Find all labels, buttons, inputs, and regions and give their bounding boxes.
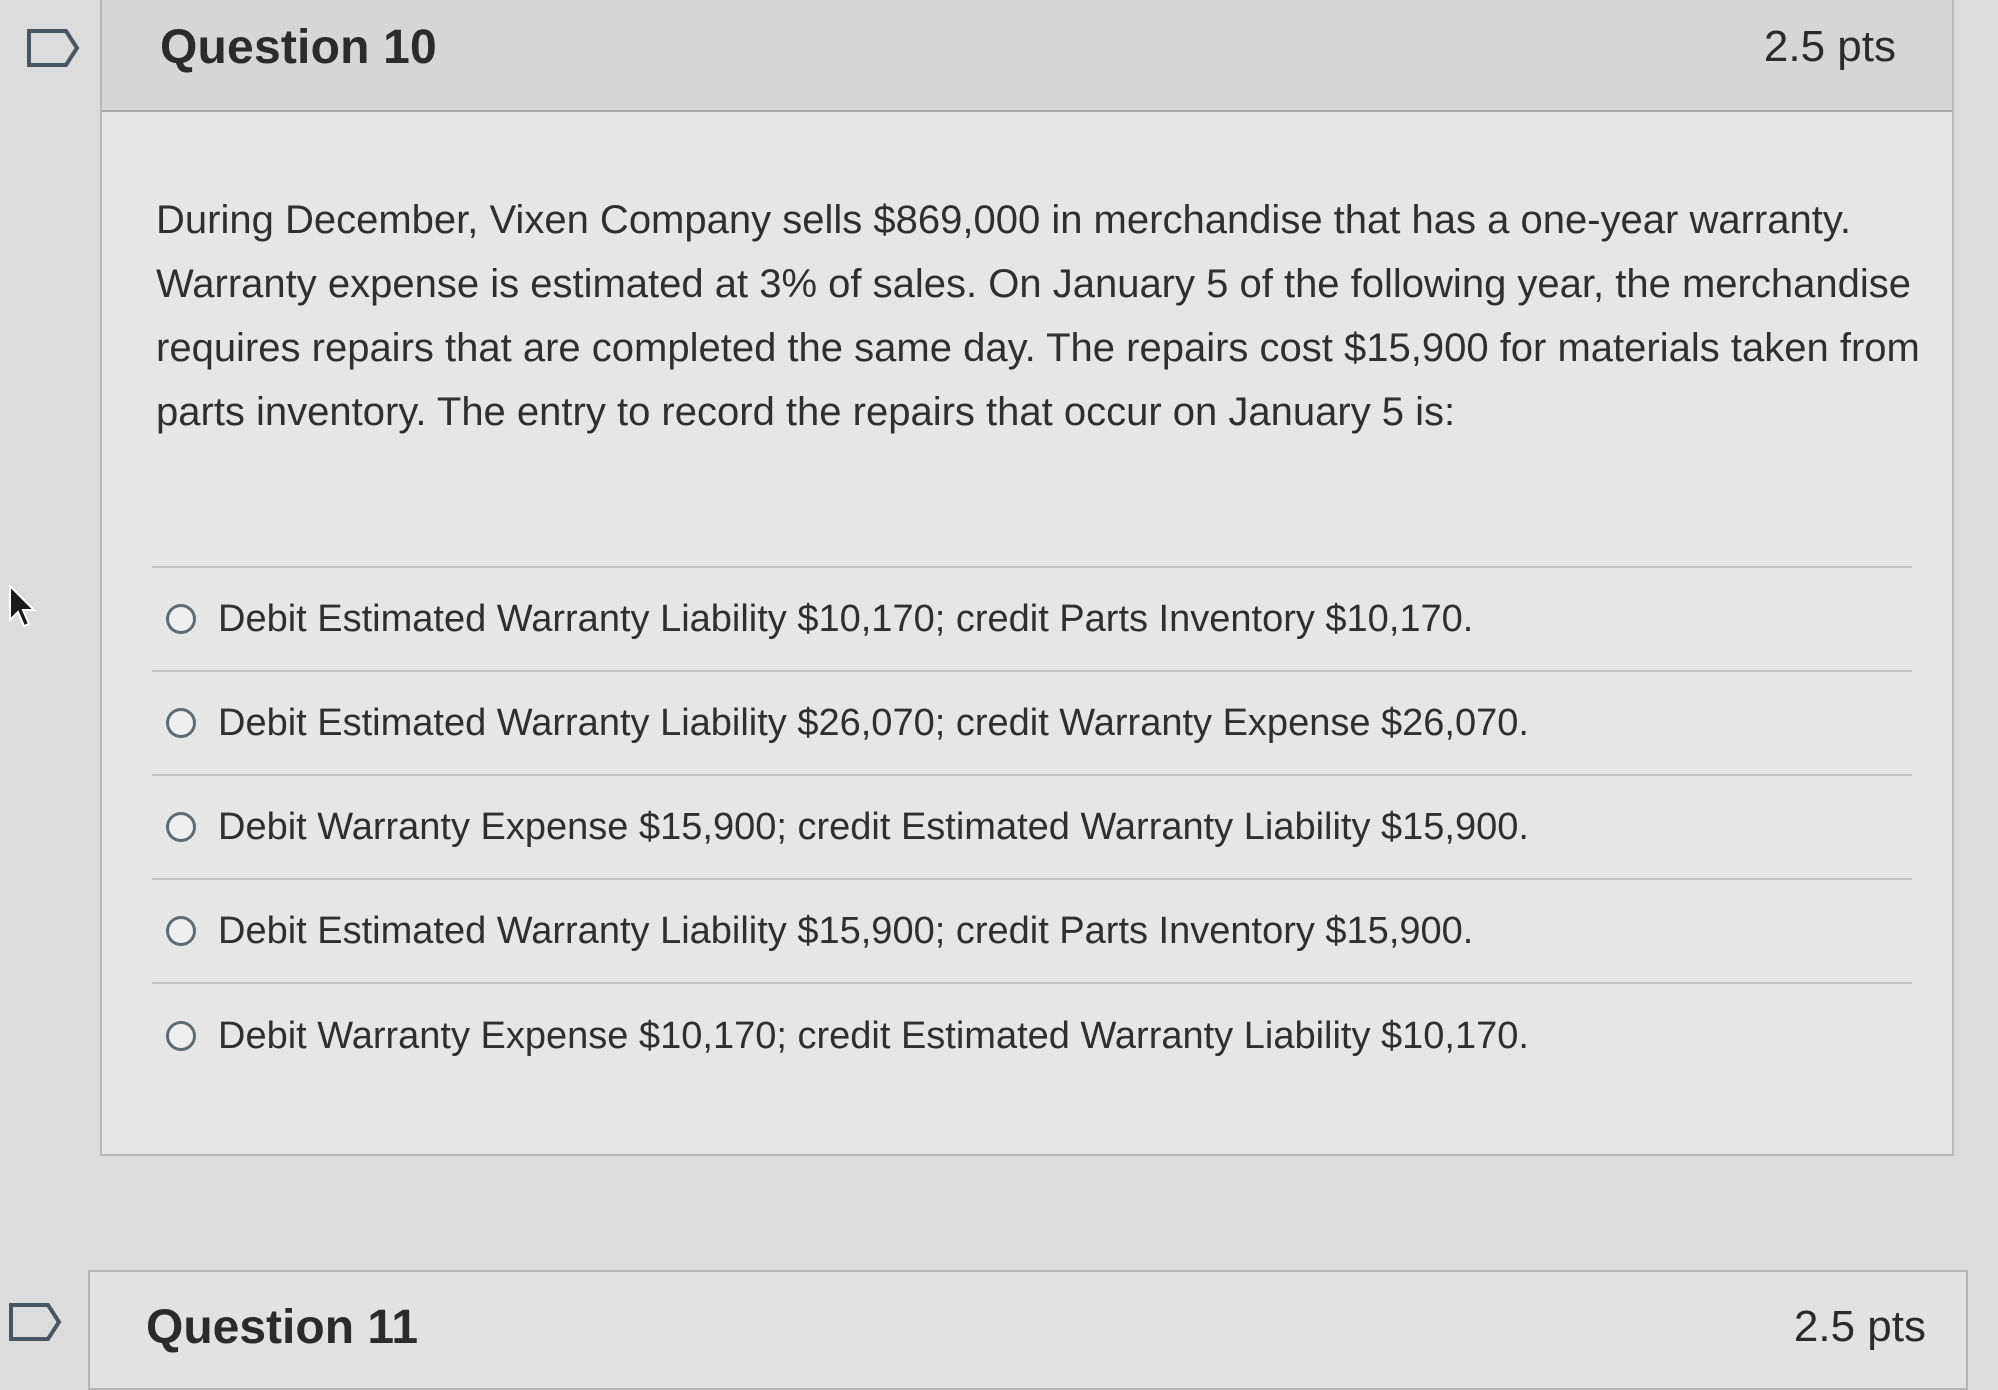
answer-option[interactable]: Debit Warranty Expense $10,170; credit E… [152, 984, 1912, 1088]
question-header: Question 10 2.5 pts [102, 0, 1952, 112]
answer-option[interactable]: Debit Estimated Warranty Liability $26,0… [152, 672, 1912, 776]
mouse-pointer-icon [8, 583, 38, 630]
answer-option[interactable]: Debit Estimated Warranty Liability $15,9… [152, 880, 1912, 984]
answer-label[interactable]: Debit Estimated Warranty Liability $26,0… [218, 702, 1529, 745]
radio-button[interactable] [166, 812, 196, 842]
next-question-card: Question 11 2.5 pts [88, 1270, 1968, 1390]
flag-question-icon[interactable] [8, 1302, 62, 1342]
question-text: During December, Vixen Company sells $86… [156, 198, 1920, 434]
radio-button[interactable] [166, 1021, 196, 1051]
question-points: 2.5 pts [1763, 22, 1896, 71]
answer-option[interactable]: Debit Warranty Expense $15,900; credit E… [152, 776, 1912, 880]
answer-label[interactable]: Debit Warranty Expense $15,900; credit E… [218, 806, 1529, 849]
answer-list: Debit Estimated Warranty Liability $10,1… [152, 566, 1912, 1088]
question-title: Question 10 [160, 21, 437, 74]
answer-option[interactable]: Debit Estimated Warranty Liability $10,1… [152, 568, 1912, 672]
flag-question-icon[interactable] [26, 28, 80, 68]
answer-label[interactable]: Debit Estimated Warranty Liability $10,1… [218, 598, 1473, 641]
answer-label[interactable]: Debit Estimated Warranty Liability $15,9… [218, 910, 1473, 953]
radio-button[interactable] [166, 604, 196, 634]
answer-label[interactable]: Debit Warranty Expense $10,170; credit E… [218, 1015, 1529, 1058]
question-card: Question 10 2.5 pts During December, Vix… [100, 0, 1954, 1156]
next-question-title: Question 11 [146, 1301, 419, 1354]
radio-button[interactable] [166, 708, 196, 738]
radio-button[interactable] [166, 916, 196, 946]
next-question-points: 2.5 pts [1793, 1302, 1926, 1351]
